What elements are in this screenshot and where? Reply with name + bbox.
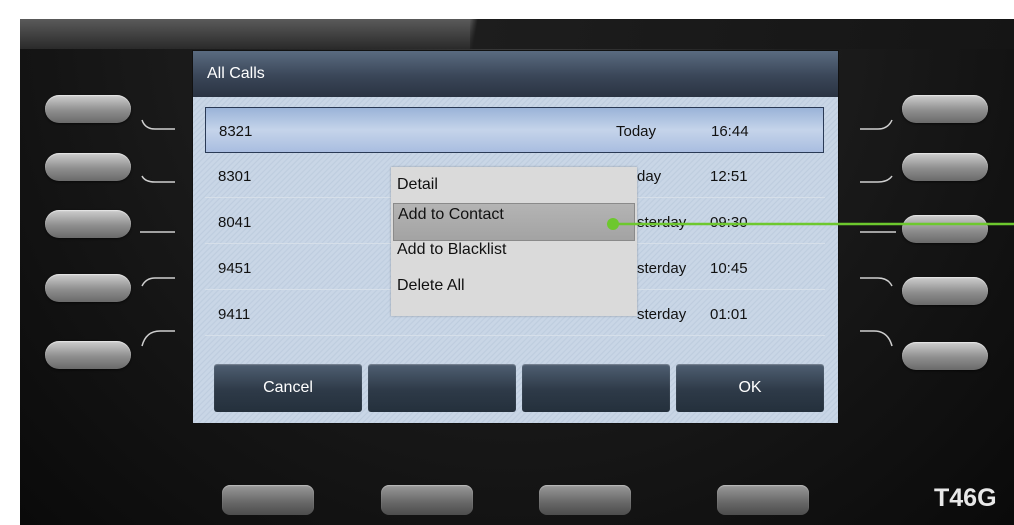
call-row[interactable]: 8321 Today 16:44 [205,107,824,153]
screen-header: All Calls [193,51,838,97]
menu-item-label: Add to Blacklist [397,241,507,258]
options-menu: Detail Add to Contact Add to Blacklist D… [391,167,637,316]
call-time: 16:44 [711,123,749,140]
bottom-key-1[interactable] [222,485,314,515]
menu-item-label: Delete All [397,277,465,294]
softkey-3[interactable] [522,364,670,412]
call-time: 09:30 [710,214,748,231]
call-number: 8041 [218,214,252,231]
call-time: 01:01 [710,306,748,323]
cancel-softkey[interactable]: Cancel [214,364,362,412]
call-day: sterday [637,260,687,277]
call-time: 10:45 [710,260,748,277]
call-number: 9411 [218,306,251,323]
menu-item-detail[interactable]: Detail [391,167,637,203]
model-label: T46G [934,484,997,512]
bottom-key-3[interactable] [539,485,631,515]
softkey-label: OK [738,379,762,396]
phone-screen: All Calls 8321 Today 16:44 8301 day 12:5… [192,50,839,424]
call-number: 9451 [218,260,252,277]
ok-softkey[interactable]: OK [676,364,824,412]
call-day: sterday [637,214,687,231]
menu-item-add-to-blacklist[interactable]: Add to Blacklist [391,237,637,273]
menu-item-label: Detail [397,176,438,193]
call-time: 12:51 [710,168,748,185]
softkey-2[interactable] [368,364,516,412]
bottom-key-2[interactable] [381,485,473,515]
screen-title: All Calls [207,65,265,82]
call-day: sterday [637,306,687,323]
call-day: day [637,168,662,185]
menu-item-delete-all[interactable]: Delete All [391,273,637,309]
softkey-label: Cancel [263,379,313,396]
call-day: Today [616,123,657,140]
menu-item-add-to-contact[interactable]: Add to Contact [393,203,635,241]
call-number: 8321 [219,123,253,140]
call-number: 8301 [218,168,252,185]
bottom-key-4[interactable] [717,485,809,515]
menu-item-label: Add to Contact [398,206,504,223]
